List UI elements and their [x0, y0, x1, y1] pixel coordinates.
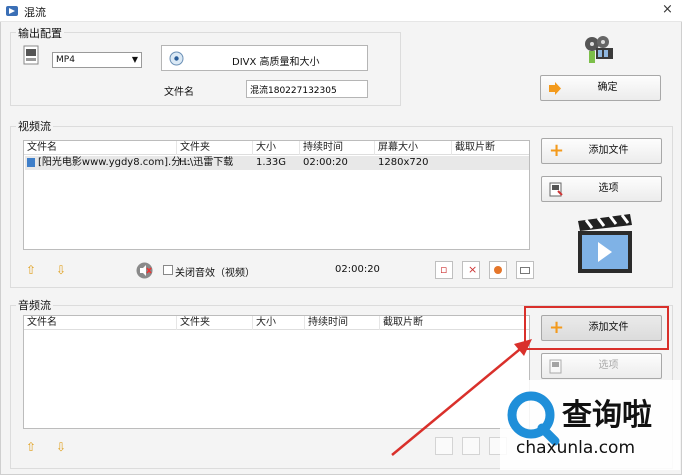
record-icon: [494, 266, 502, 274]
row-folder: H:\迅雷下载: [179, 157, 234, 168]
audio-col-name: 文件名: [27, 317, 57, 328]
video-list-header: 文件名 文件夹 大小 持续时间 屏幕大小 截取片断: [24, 141, 529, 155]
codec-label: DIVX 高质量和大小: [232, 57, 320, 68]
video-col-screen: 屏幕大小: [374, 141, 418, 155]
audio-add-file-label: 添加文件: [588, 322, 629, 333]
video-col-size: 大小: [252, 141, 276, 155]
window-title: 混流: [24, 6, 46, 19]
mute-checkbox[interactable]: [163, 265, 173, 275]
audio-col-folder: 文件夹: [176, 316, 210, 330]
doc-icon: ▫: [440, 263, 448, 276]
audio-options-button[interactable]: 选项: [541, 353, 662, 379]
video-total-duration: 02:00:20: [335, 264, 380, 275]
codec-disc-icon: [169, 51, 184, 66]
close-icon[interactable]: ×: [662, 2, 673, 17]
file-icon: [27, 158, 35, 167]
video-col-duration: 持续时间: [299, 141, 343, 155]
filename-input[interactable]: [246, 80, 368, 98]
audio-add-file-button[interactable]: + 添加文件: [541, 315, 662, 341]
row-name: [阳光电影www.ygdy8.com].分...: [38, 157, 191, 168]
video-tool-record[interactable]: [489, 261, 507, 279]
clapperboard-icon: [578, 214, 632, 273]
video-options-button[interactable]: 选项: [541, 176, 662, 202]
remove-icon: ×: [468, 263, 478, 276]
audio-col-clip: 截取片断: [379, 316, 423, 330]
film-reel-icon: [585, 36, 613, 63]
ok-button[interactable]: 确定: [540, 75, 661, 101]
audio-list-header: 文件名 文件夹 大小 持续时间 截取片断: [24, 316, 529, 330]
filename-label: 文件名: [164, 87, 194, 98]
video-add-file-label: 添加文件: [588, 145, 629, 156]
screen-icon: [520, 267, 530, 274]
audio-tool-add-clip[interactable]: [435, 437, 453, 455]
audio-move-down-icon[interactable]: ⇩: [56, 440, 66, 454]
row-screen: 1280x720: [378, 157, 429, 168]
video-tool-add-clip[interactable]: ▫: [435, 261, 453, 279]
audio-stream-label: 音频流: [16, 297, 53, 313]
row-duration: 02:00:20: [303, 157, 348, 168]
audio-col-duration: 持续时间: [304, 316, 348, 330]
watermark: 查询啦 chaxunla.com: [500, 380, 680, 470]
format-select-value: MP4: [56, 55, 75, 65]
app-icon: [6, 6, 18, 16]
video-stream-label: 视频流: [16, 118, 53, 134]
audio-options-label: 选项: [598, 360, 619, 371]
row-size: 1.33G: [256, 157, 287, 168]
table-row[interactable]: [阳光电影www.ygdy8.com].分... H:\迅雷下载 1.33G 0…: [25, 156, 529, 170]
move-up-icon[interactable]: ⇧: [26, 263, 36, 277]
ok-button-label: 确定: [597, 82, 618, 93]
video-col-clip: 截取片断: [451, 141, 495, 155]
title-bar: [0, 0, 682, 22]
video-add-file-button[interactable]: + 添加文件: [541, 138, 662, 164]
format-select[interactable]: MP4 ▼: [52, 52, 142, 68]
video-file-icon: [23, 45, 39, 65]
chevron-down-icon: ▼: [131, 55, 138, 64]
video-col-name: 文件名: [27, 142, 57, 153]
video-col-folder: 文件夹: [176, 141, 210, 155]
video-file-list[interactable]: 文件名 文件夹 大小 持续时间 屏幕大小 截取片断 [阳光电影www.ygdy8…: [23, 140, 530, 250]
video-tool-remove[interactable]: ×: [462, 261, 480, 279]
move-down-icon[interactable]: ⇩: [56, 263, 66, 277]
audio-tool-remove[interactable]: [462, 437, 480, 455]
watermark-domain: chaxunla.com: [516, 438, 635, 458]
watermark-brand: 查询啦: [562, 398, 652, 433]
codec-selector[interactable]: DIVX 高质量和大小: [161, 45, 368, 71]
audio-col-size: 大小: [252, 316, 276, 330]
video-options-label: 选项: [598, 183, 619, 194]
speaker-icon: [136, 262, 153, 279]
video-tool-screen[interactable]: [516, 261, 534, 279]
mute-label: 关闭音效（视频）: [175, 268, 255, 279]
output-config-label: 输出配置: [16, 25, 64, 41]
audio-move-up-icon[interactable]: ⇧: [26, 440, 36, 454]
